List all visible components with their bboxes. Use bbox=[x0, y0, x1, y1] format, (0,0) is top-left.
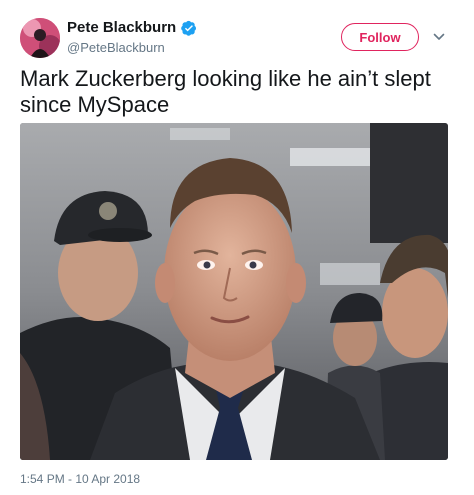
author-display-name[interactable]: Pete Blackburn bbox=[67, 19, 176, 36]
follow-button[interactable]: Follow bbox=[341, 23, 419, 51]
avatar-photo bbox=[20, 18, 60, 58]
tweet-media[interactable] bbox=[20, 123, 448, 460]
verified-badge-icon bbox=[181, 20, 197, 36]
photo-image bbox=[20, 123, 448, 460]
avatar[interactable] bbox=[20, 18, 60, 58]
tweet-timestamp[interactable]: 1:54 PM - 10 Apr 2018 bbox=[20, 472, 140, 486]
chevron-down-icon[interactable] bbox=[433, 31, 445, 43]
author-handle[interactable]: @PeteBlackburn bbox=[67, 40, 165, 55]
tweet-text: Mark Zuckerberg looking like he ain’t sl… bbox=[20, 66, 431, 117]
author-name-row: Pete Blackburn bbox=[67, 19, 197, 36]
